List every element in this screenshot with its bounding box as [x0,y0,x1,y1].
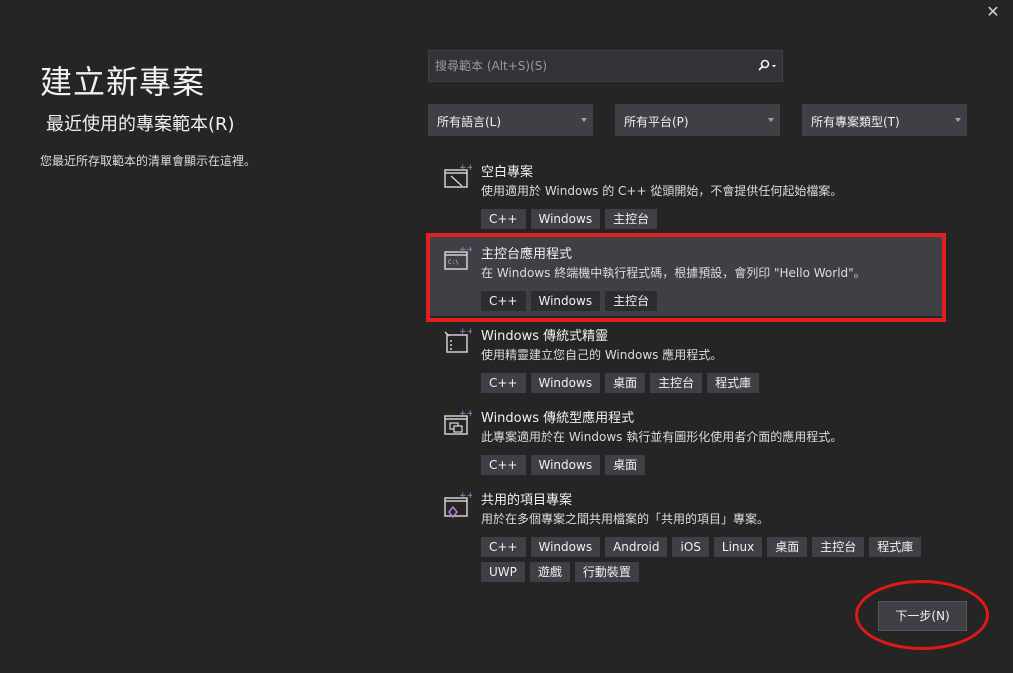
tag: Android [605,537,668,557]
language-filter-label: 所有語言(L) [437,115,502,129]
chevron-down-icon [955,118,961,122]
svg-text:++: ++ [459,491,472,501]
template-item-empty-project[interactable]: ++ 空白專案 使用適用於 Windows 的 C++ 從頭開始，不會提供任何起… [428,152,946,234]
recent-templates-heading: 最近使用的專案範本(R) [46,114,235,135]
template-description: 在 Windows 終端機中執行程式碼，根據預設，會列印 "Hello Worl… [481,266,866,280]
svg-text:++: ++ [459,327,472,337]
shared-items-icon: ++ [442,490,474,520]
search-input[interactable] [429,51,761,81]
template-tags: C++ Windows 桌面 主控台 程式庫 [481,372,941,397]
close-button[interactable]: ✕ [983,2,1003,22]
chevron-down-icon [768,118,774,122]
project-type-filter-label: 所有專案類型(T) [811,115,900,129]
tag: Windows [530,291,601,311]
search-box [428,50,783,82]
tag: 桌面 [605,373,646,393]
svg-text:++: ++ [459,409,472,419]
language-filter-dropdown[interactable]: 所有語言(L) [428,104,593,136]
tag: Windows [530,537,601,557]
template-title: 共用的項目專案 [481,493,573,508]
template-item-desktop-app[interactable]: ++ Windows 傳統型應用程式 此專案適用於在 Windows 執行並有圖… [428,398,946,480]
tag: 主控台 [605,209,658,229]
tag: 遊戲 [529,562,570,582]
tag: C++ [481,537,526,557]
tag: 桌面 [605,455,646,475]
template-tags: C++ Windows 桌面 [481,454,941,479]
tag: 主控台 [605,291,658,311]
tag: Windows [530,209,601,229]
search-icon [758,59,776,71]
page-title: 建立新專案 [40,63,206,102]
template-title: Windows 傳統型應用程式 [481,411,635,426]
tag: Windows [530,373,601,393]
template-title: 主控台應用程式 [481,247,573,262]
template-tags: C++ Windows 主控台 [481,208,941,233]
platform-filter-dropdown[interactable]: 所有平台(P) [615,104,780,136]
chevron-down-icon [581,118,587,122]
console-app-icon: C:\ ++ [442,244,474,274]
template-tags: C++ Windows Android iOS Linux 桌面 主控台 程式庫 UWP 遊戲 行動… [481,536,941,586]
desktop-wizard-icon: ++ [442,326,474,356]
template-item-desktop-wizard[interactable]: ++ Windows 傳統式精靈 使用精靈建立您自己的 Windows 應用程式… [428,316,946,398]
tag: C++ [481,209,526,229]
empty-project-icon: ++ [442,162,474,192]
template-item-console-app[interactable]: C:\ ++ 主控台應用程式 在 Windows 終端機中執行程式碼，根據預設，… [428,234,946,316]
template-title: Windows 傳統式精靈 [481,329,609,344]
platform-filter-label: 所有平台(P) [624,115,689,129]
svg-text:C:\: C:\ [448,259,459,266]
tag: 主控台 [812,537,865,557]
desktop-app-icon: ++ [442,408,474,438]
tag: C++ [481,373,526,393]
template-description: 此專案適用於在 Windows 執行並有圖形化使用者介面的應用程式。 [481,430,843,444]
template-item-shared-items[interactable]: ++ 共用的項目專案 用於在多個專案之間共用檔案的「共用的項目」專案。 C++ W… [428,480,946,582]
template-title: 空白專案 [481,165,534,180]
tag: 桌面 [767,537,808,557]
tag: 行動裝置 [574,562,639,582]
template-tags: C++ Windows 主控台 [481,290,941,315]
tag: iOS [672,537,709,557]
template-description: 使用適用於 Windows 的 C++ 從頭開始，不會提供任何起始檔案。 [481,184,843,198]
tag: 程式庫 [869,537,922,557]
search-button[interactable] [752,51,782,81]
recent-templates-empty-text: 您最近所存取範本的清單會顯示在這裡。 [40,154,257,168]
svg-text:++: ++ [459,163,472,173]
project-type-filter-dropdown[interactable]: 所有專案類型(T) [802,104,967,136]
tag: 程式庫 [707,373,760,393]
tag: C++ [481,291,526,311]
tag: Windows [530,455,601,475]
tag: C++ [481,455,526,475]
template-description: 使用精靈建立您自己的 Windows 應用程式。 [481,348,723,362]
tag: Linux [713,537,763,557]
tag: UWP [481,562,525,582]
svg-text:++: ++ [459,245,472,255]
tag: 主控台 [650,373,703,393]
template-description: 用於在多個專案之間共用檔案的「共用的項目」專案。 [481,512,770,526]
next-button[interactable]: 下一步(N) [878,601,967,631]
